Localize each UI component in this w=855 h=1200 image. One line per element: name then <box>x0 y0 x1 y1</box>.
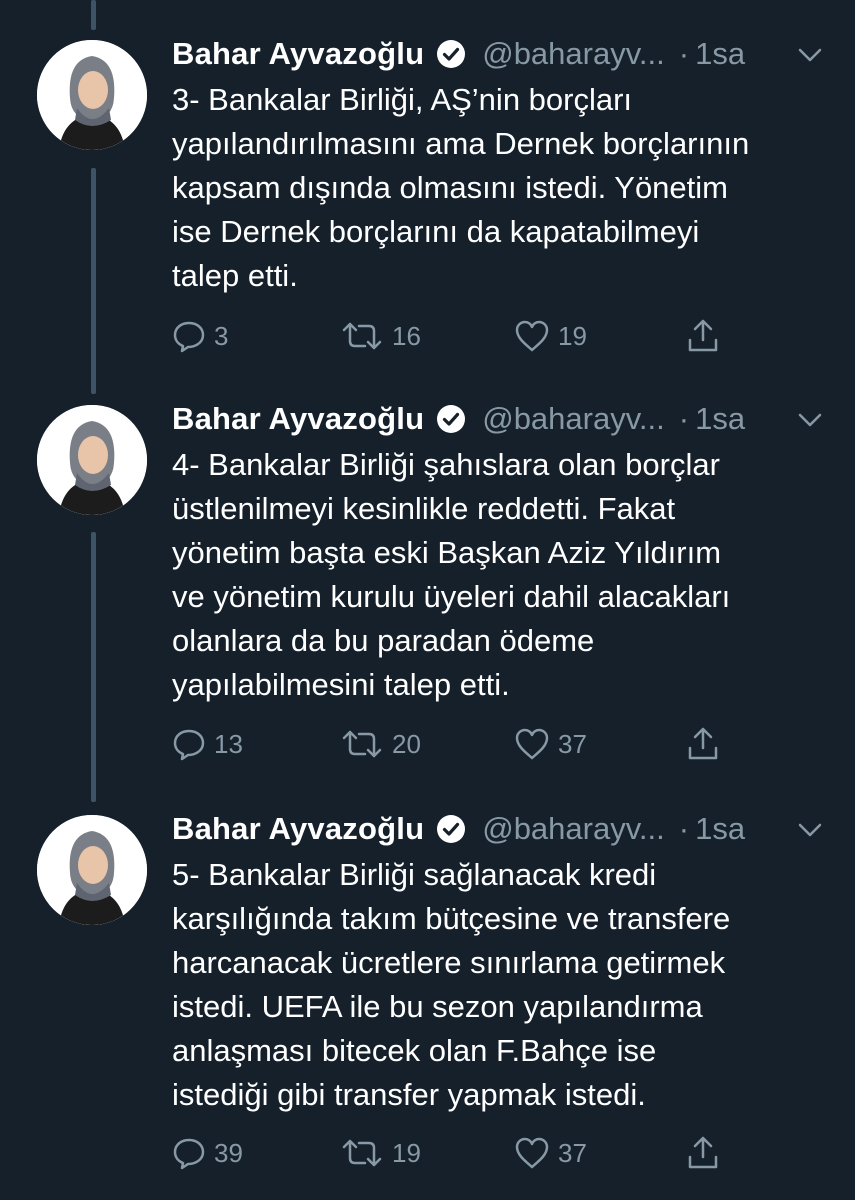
verified-badge-icon <box>436 814 466 844</box>
tweet-text: 5- Bankalar Birliği sağlanacak kredi kar… <box>172 857 731 1112</box>
avatar[interactable] <box>37 40 147 150</box>
like-count: 37 <box>558 1137 587 1168</box>
chevron-down-icon[interactable] <box>795 815 825 845</box>
like-button[interactable]: 19 <box>514 316 587 356</box>
tweet-header: Bahar Ayvazoğlu @baharayv... · 1sa <box>172 807 745 851</box>
avatar[interactable] <box>37 405 147 515</box>
author-name[interactable]: Bahar Ayvazoğlu <box>172 811 424 847</box>
separator-dot: · <box>678 811 690 846</box>
share-button[interactable] <box>686 1133 728 1173</box>
reply-icon <box>173 729 205 761</box>
like-count: 19 <box>558 320 587 351</box>
share-icon <box>688 727 718 760</box>
retweet-icon <box>342 730 382 758</box>
verified-badge-icon <box>436 39 466 69</box>
share-button[interactable] <box>686 316 728 356</box>
reply-button[interactable]: 13 <box>172 724 243 764</box>
separator-dot: · <box>678 401 690 436</box>
chevron-down-icon[interactable] <box>795 40 825 70</box>
reply-icon <box>173 321 205 353</box>
tweet-actions: 13 20 37 <box>172 724 732 764</box>
like-button[interactable]: 37 <box>514 724 587 764</box>
reply-count: 13 <box>214 728 243 759</box>
share-icon <box>688 319 718 352</box>
tweet-actions: 3 16 19 <box>172 316 732 356</box>
verified-badge-icon <box>436 404 466 434</box>
tweet-text: 4- Bankalar Birliği şahıslara olan borçl… <box>172 447 731 702</box>
thread-line-top <box>91 0 96 30</box>
reply-count: 39 <box>214 1137 243 1168</box>
author-handle[interactable]: @baharayv... <box>482 401 665 437</box>
retweet-count: 20 <box>392 728 421 759</box>
thread-line-2 <box>91 532 96 802</box>
timestamp[interactable]: 1sa <box>695 401 745 437</box>
retweet-icon <box>342 322 382 350</box>
heart-icon <box>515 1137 549 1169</box>
reply-icon <box>173 1138 205 1170</box>
retweet-button[interactable]: 16 <box>340 316 421 356</box>
chevron-down-icon[interactable] <box>795 405 825 435</box>
retweet-icon <box>342 1139 382 1167</box>
reply-button[interactable]: 3 <box>172 316 228 356</box>
like-count: 37 <box>558 728 587 759</box>
author-name[interactable]: Bahar Ayvazoğlu <box>172 36 424 72</box>
timestamp[interactable]: 1sa <box>695 811 745 847</box>
avatar[interactable] <box>37 815 147 925</box>
author-handle[interactable]: @baharayv... <box>482 811 665 847</box>
author-handle[interactable]: @baharayv... <box>482 36 665 72</box>
retweet-button[interactable]: 20 <box>340 724 421 764</box>
like-button[interactable]: 37 <box>514 1133 587 1173</box>
tweet-header: Bahar Ayvazoğlu @baharayv... · 1sa <box>172 32 745 76</box>
author-name[interactable]: Bahar Ayvazoğlu <box>172 401 424 437</box>
retweet-count: 16 <box>392 320 421 351</box>
tweet-header: Bahar Ayvazoğlu @baharayv... · 1sa <box>172 397 745 441</box>
thread-line-1 <box>91 168 96 394</box>
heart-icon <box>515 728 549 760</box>
share-icon <box>688 1136 718 1169</box>
reply-button[interactable]: 39 <box>172 1133 243 1173</box>
share-button[interactable] <box>686 724 728 764</box>
heart-icon <box>515 320 549 352</box>
timestamp[interactable]: 1sa <box>695 36 745 72</box>
tweet-actions: 39 19 37 <box>172 1133 732 1173</box>
retweet-count: 19 <box>392 1137 421 1168</box>
retweet-button[interactable]: 19 <box>340 1133 421 1173</box>
separator-dot: · <box>678 36 690 71</box>
tweet-text: 3- Bankalar Birliği, AŞ’nin borçları yap… <box>172 82 750 293</box>
reply-count: 3 <box>214 320 229 351</box>
